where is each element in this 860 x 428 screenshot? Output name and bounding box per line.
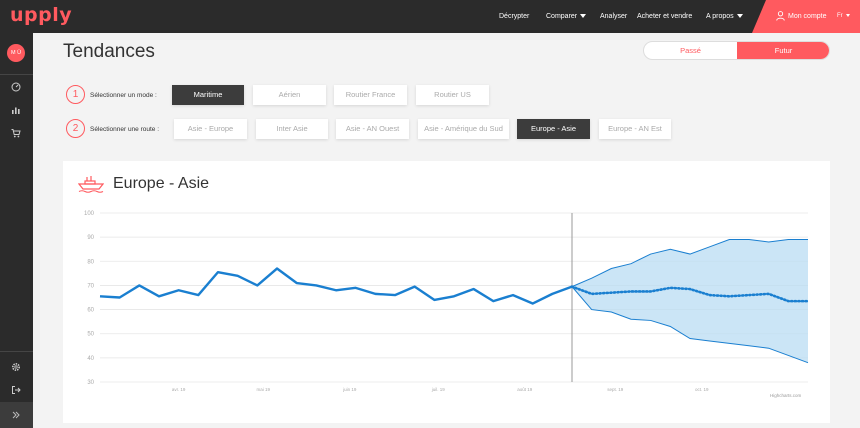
highcharts-credit[interactable]: Highcharts.com <box>770 393 801 398</box>
y-tick-label: 100 <box>84 211 95 217</box>
sidebar: M Ü <box>0 33 33 428</box>
x-tick-label: août 19 <box>517 387 533 392</box>
sidebar-expand-bar[interactable] <box>0 402 33 428</box>
nav-decrypter[interactable]: Décrypter <box>499 0 529 33</box>
ship-icon <box>78 176 104 193</box>
top-bar: upply Décrypter Comparer Analyser Achete… <box>0 0 860 33</box>
x-tick-label: mai 19 <box>256 387 270 392</box>
x-tick-label: juin 19 <box>342 387 357 392</box>
settings-icon[interactable] <box>10 361 22 373</box>
mode-selector-label: Sélectionner un mode : <box>90 92 157 99</box>
nav-comparer[interactable]: Comparer <box>546 0 587 33</box>
mode-option-routier-france[interactable]: Routier France <box>334 85 407 105</box>
caret-down-icon <box>845 13 850 17</box>
avatar[interactable]: M Ü <box>7 44 25 62</box>
bar-chart-icon[interactable] <box>10 104 22 116</box>
y-tick-label: 80 <box>87 259 94 265</box>
route-option-europe-asie[interactable]: Europe - Asie <box>517 119 590 139</box>
step-1-badge: 1 <box>66 85 85 104</box>
route-option-asie-europe[interactable]: Asie - Europe <box>174 119 247 139</box>
route-option-europe-an-est[interactable]: Europe - AN Est <box>599 119 671 139</box>
sidebar-divider <box>0 351 33 352</box>
upply-logo[interactable]: upply <box>10 4 72 26</box>
historical-line <box>99 267 573 305</box>
speedometer-icon[interactable] <box>10 81 22 93</box>
trend-chart[interactable]: 30 40 50 60 70 80 90 100 avr. 19 mai 19 juin 19 jui… <box>63 200 830 400</box>
toggle-futur[interactable]: Futur <box>737 42 829 59</box>
logout-icon[interactable] <box>10 384 22 396</box>
y-tick-label: 60 <box>87 308 94 314</box>
y-tick-label: 30 <box>87 380 94 386</box>
mode-option-aerien[interactable]: Aérien <box>253 85 326 105</box>
toggle-passe[interactable]: Passé <box>644 42 737 59</box>
x-tick-label: juil. 19 <box>431 387 446 392</box>
account-menu[interactable]: Mon compte Fr <box>752 0 860 33</box>
nav-analyser[interactable]: Analyser <box>600 0 627 33</box>
sidebar-divider <box>0 74 33 75</box>
x-tick-label: avr. 19 <box>172 387 186 392</box>
nav-acheter-vendre[interactable]: Acheter et vendre <box>637 0 692 33</box>
y-tick-label: 50 <box>87 332 94 338</box>
mode-option-maritime[interactable]: Maritime <box>172 85 244 105</box>
route-option-asie-amerique-du-sud[interactable]: Asie - Amérique du Sud <box>418 119 509 139</box>
route-option-inter-asie[interactable]: Inter Asie <box>256 119 328 139</box>
route-option-asie-an-ouest[interactable]: Asie - AN Ouest <box>336 119 409 139</box>
caret-down-icon <box>580 14 587 19</box>
page-title: Tendances <box>63 41 155 62</box>
y-tick-label: 70 <box>87 283 94 289</box>
period-toggle: Passé Futur <box>643 41 830 60</box>
x-tick-label: oct. 19 <box>695 387 709 392</box>
language-selector[interactable]: Fr <box>837 0 850 33</box>
route-selector-label: Sélectionner une route : <box>90 126 160 133</box>
nav-a-propos[interactable]: A propos <box>706 0 743 33</box>
expand-icon <box>12 411 20 419</box>
y-tick-label: 90 <box>87 235 94 241</box>
cart-icon[interactable] <box>10 127 22 139</box>
caret-down-icon <box>736 14 743 19</box>
mode-option-routier-us[interactable]: Routier US <box>416 85 489 105</box>
forecast-band <box>572 239 808 363</box>
x-tick-label: sept. 19 <box>607 387 624 392</box>
step-2-badge: 2 <box>66 119 85 138</box>
y-tick-label: 40 <box>87 356 94 362</box>
chart-title: Europe - Asie <box>113 175 210 192</box>
account-label: Mon compte <box>788 13 827 20</box>
user-icon <box>776 11 785 21</box>
